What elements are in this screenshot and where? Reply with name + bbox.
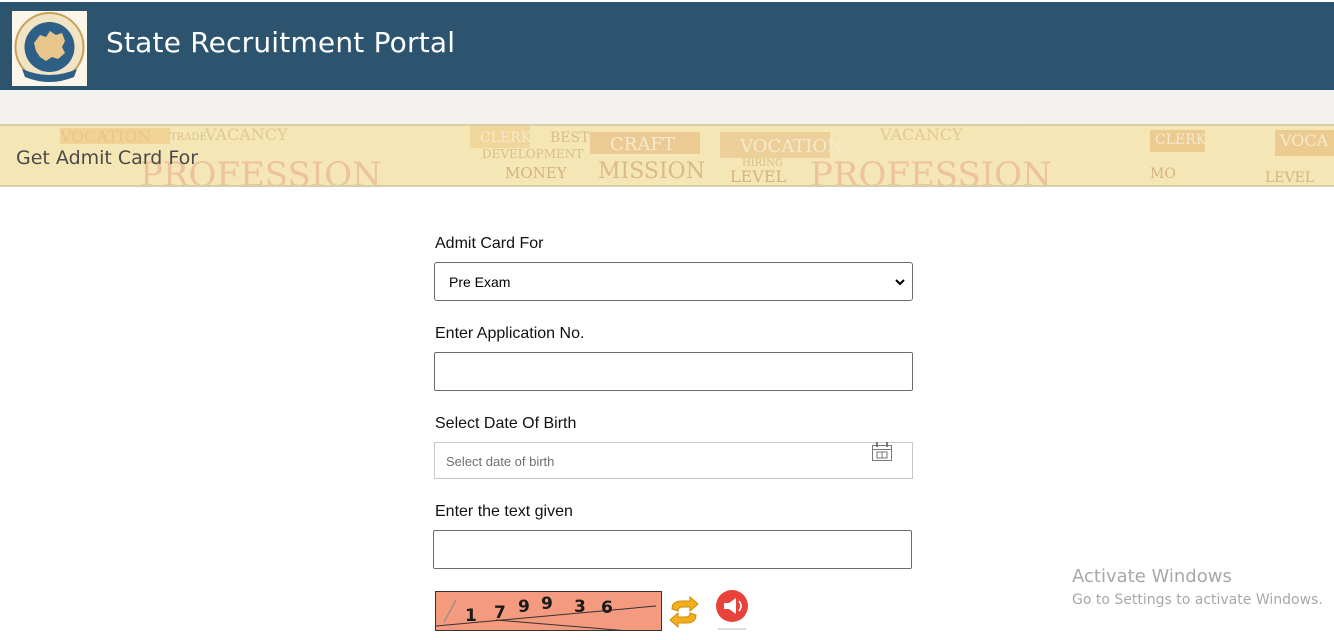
captcha-digit: 6: [601, 598, 613, 618]
site-header: State Recruitment Portal: [0, 2, 1334, 90]
windows-activation-watermark: Activate Windows Go to Settings to activ…: [1072, 566, 1323, 608]
svg-text:VACANCY: VACANCY: [204, 126, 288, 144]
audio-captcha-button[interactable]: [714, 589, 750, 633]
svg-text:MISSION: MISSION: [598, 159, 705, 184]
captcha-digit: 3: [574, 597, 586, 617]
portal-title: State Recruitment Portal: [106, 26, 456, 59]
page-banner: VOCATION TRADE VACANCY CLERK BEST DEVELO…: [0, 124, 1334, 187]
chevron-down-icon: [895, 279, 905, 286]
svg-text:MONEY: MONEY: [505, 164, 568, 182]
svg-text:BEST: BEST: [550, 130, 590, 146]
svg-text:VOCATION: VOCATION: [59, 127, 151, 146]
dob-input[interactable]: Select date of birth: [434, 442, 913, 479]
svg-text:CRAFT: CRAFT: [610, 134, 675, 155]
admit-card-for-label: Admit Card For: [435, 235, 544, 252]
audio-speaker-icon: [716, 590, 748, 630]
captcha-digit: 9: [541, 594, 553, 614]
captcha-digit: 7: [494, 603, 506, 623]
svg-text:LEVEL: LEVEL: [1265, 170, 1314, 186]
captcha-text-label: Enter the text given: [435, 503, 573, 520]
banner-background-words: VOCATION TRADE VACANCY CLERK BEST DEVELO…: [0, 126, 1334, 187]
captcha-digit: 9: [518, 597, 530, 617]
dob-placeholder: Select date of birth: [446, 454, 555, 469]
application-no-input[interactable]: [434, 352, 913, 391]
svg-text:VACANCY: VACANCY: [879, 126, 963, 144]
application-no-label: Enter Application No.: [435, 325, 585, 342]
captcha-image: 1 7 9 9 3 6: [435, 591, 662, 631]
rajasthan-emblem-logo[interactable]: [12, 11, 87, 86]
svg-text:DEVELOPMENT: DEVELOPMENT: [482, 147, 583, 161]
svg-text:PROFESSION: PROFESSION: [810, 155, 1052, 187]
captcha-digit: 1: [465, 606, 477, 626]
svg-text:CLERK: CLERK: [480, 130, 532, 146]
admit-card-for-selected: Pre Exam: [449, 274, 511, 290]
svg-text:VOCATION: VOCATION: [739, 136, 843, 157]
watermark-line-2: Go to Settings to activate Windows.: [1072, 592, 1323, 608]
svg-text:MO: MO: [1150, 166, 1176, 182]
calendar-icon[interactable]: [871, 441, 893, 463]
page-heading: Get Admit Card For: [16, 147, 199, 169]
refresh-icon: [669, 595, 699, 629]
refresh-captcha-button[interactable]: [668, 595, 700, 629]
navigation-bar: [0, 90, 1334, 124]
watermark-line-1: Activate Windows: [1072, 566, 1232, 587]
svg-text:TRADE: TRADE: [170, 132, 207, 143]
svg-text:CLERK: CLERK: [1155, 132, 1207, 148]
captcha-text-input[interactable]: [433, 530, 912, 569]
svg-text:VOCA: VOCA: [1279, 131, 1329, 150]
svg-text:LEVEL: LEVEL: [730, 167, 787, 186]
dob-label: Select Date Of Birth: [435, 415, 577, 432]
admit-card-for-select[interactable]: Pre Exam: [434, 262, 913, 301]
